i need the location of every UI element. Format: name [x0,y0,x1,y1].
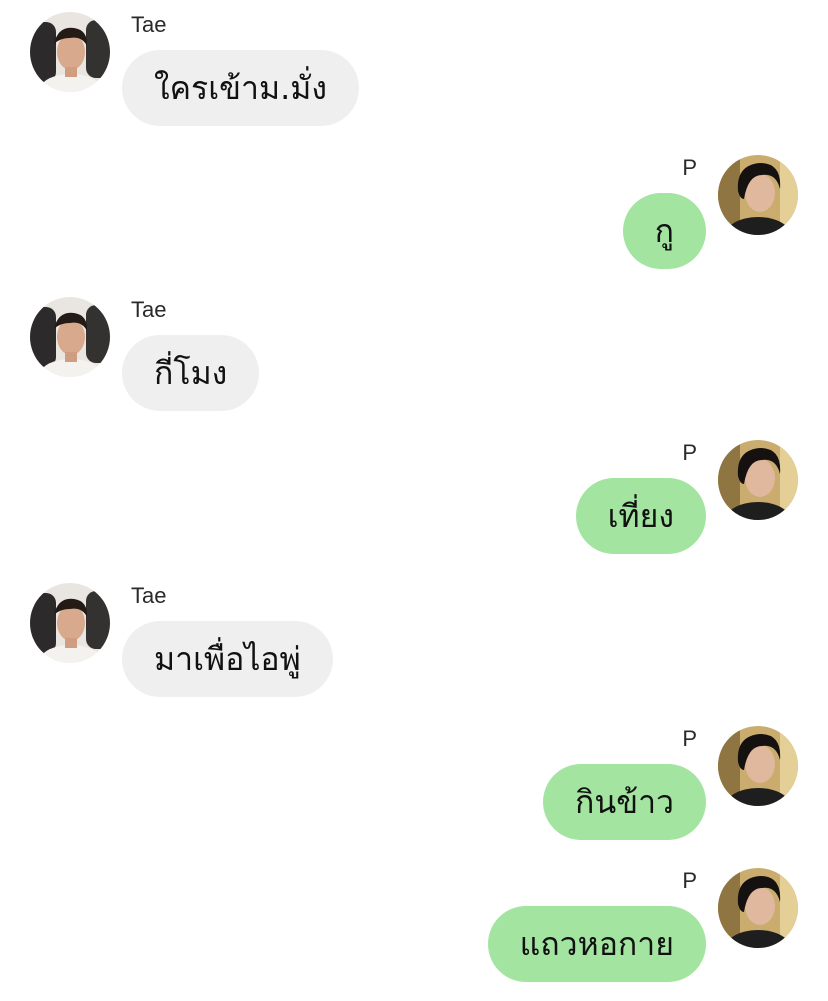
message-bubble[interactable]: กู [622,193,706,269]
sender-name: P [682,440,697,465]
message-row: Tae ใครเข้าม.มั่ง [0,12,828,132]
p-avatar[interactable] [718,440,798,520]
message-bubble[interactable]: กินข้าว [542,764,706,840]
avatar-photo [718,440,798,520]
sender-name: Tae [131,583,167,608]
message-bubble[interactable]: แถวหอกาย [487,906,706,982]
p-avatar[interactable] [718,726,798,806]
message-bubble[interactable]: มาเพื่อไอพู่ [122,621,333,697]
message-row: Tae กี่โมง [0,297,828,417]
p-avatar[interactable] [718,868,798,948]
avatar-photo [718,155,798,235]
avatar-photo [30,12,110,92]
tae-avatar[interactable] [30,583,110,663]
avatar-photo [30,583,110,663]
avatar-photo [30,297,110,377]
chat-thread: Tae ใครเข้าม.มั่ง P กู Tae กี่โมง P เที่… [0,0,828,1001]
sender-name: Tae [131,297,167,322]
message-row: P แถวหอกาย [0,868,828,988]
sender-name: P [682,726,697,751]
message-row: P กู [0,155,828,275]
message-bubble[interactable]: กี่โมง [122,335,260,411]
avatar-photo [718,868,798,948]
message-row: Tae มาเพื่อไอพู่ [0,583,828,703]
p-avatar[interactable] [718,155,798,235]
tae-avatar[interactable] [30,12,110,92]
sender-name: P [682,868,697,893]
sender-name: Tae [131,12,167,37]
avatar-photo [718,726,798,806]
message-bubble[interactable]: เที่ยง [575,478,706,554]
message-bubble[interactable]: ใครเข้าม.มั่ง [122,50,359,126]
message-row: P กินข้าว [0,726,828,846]
sender-name: P [682,155,697,180]
message-row: P เที่ยง [0,440,828,560]
tae-avatar[interactable] [30,297,110,377]
